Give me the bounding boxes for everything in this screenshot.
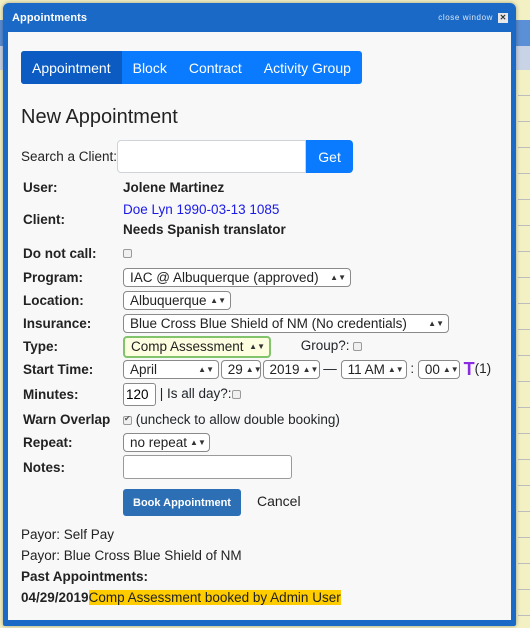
repeat-select[interactable]: no repeat ▲▼ xyxy=(123,433,210,452)
modal-title: Appointments xyxy=(12,11,88,24)
select-arrows-icon: ▲▼ xyxy=(302,364,319,374)
minutes-input[interactable] xyxy=(123,383,156,406)
cancel-button[interactable]: Cancel xyxy=(241,493,317,509)
all-day-checkbox[interactable] xyxy=(231,390,241,399)
time-colon: : xyxy=(410,361,415,377)
insurance-select[interactable]: Blue Cross Blue Shield of NM (No credent… xyxy=(123,314,449,333)
select-arrows-icon: ▲▼ xyxy=(210,295,226,305)
type-value: Comp Assessment xyxy=(131,339,244,354)
type-select[interactable]: Comp Assessment ▲▼ xyxy=(123,335,271,358)
insurance-label: Insurance: xyxy=(23,316,92,331)
modal-content: Appointment Block Contract Activity Grou… xyxy=(8,32,511,620)
close-window-label[interactable]: close window xyxy=(438,13,493,22)
close-x-icon[interactable]: ✕ xyxy=(498,12,508,23)
translator-count: (1) xyxy=(474,361,492,377)
start-month-select[interactable]: April ▲▼ xyxy=(123,360,219,379)
select-arrows-icon: ▲▼ xyxy=(249,341,265,351)
client-link[interactable]: Doe Lyn 1990-03-13 1085 xyxy=(123,200,491,220)
tab-activity-group[interactable]: Activity Group xyxy=(253,51,362,84)
background-calendar-lines xyxy=(518,70,530,628)
time-dash: — xyxy=(323,361,337,377)
past-appointment-item: 04/29/2019Comp Assessment booked by Admi… xyxy=(21,587,498,608)
translator-t-icon[interactable]: T xyxy=(464,359,475,379)
all-day-label: | Is all day?: xyxy=(159,386,232,402)
client-search-row: Search a Client: Get xyxy=(21,140,498,173)
location-value: Albuquerque xyxy=(130,293,207,308)
select-arrows-icon: ▲▼ xyxy=(330,272,346,282)
appointment-form: User: Jolene Martinez Client: Doe Lyn 19… xyxy=(23,175,491,516)
past-appointment-text[interactable]: Comp Assessment booked by Admin User xyxy=(88,590,341,605)
page-title: New Appointment xyxy=(21,106,178,128)
start-minute-select[interactable]: 00 ▲▼ xyxy=(417,360,460,379)
client-note: Needs Spanish translator xyxy=(123,222,286,237)
notes-input[interactable] xyxy=(123,455,292,479)
client-search-input[interactable] xyxy=(117,140,307,173)
past-appointment-date: 04/29/2019 xyxy=(21,590,89,605)
location-select[interactable]: Albuquerque ▲▼ xyxy=(123,291,231,310)
client-summary: Payor: Self Pay Payor: Blue Cross Blue S… xyxy=(21,524,498,608)
start-month-value: April xyxy=(130,362,158,377)
start-day-value: 29 xyxy=(227,362,243,377)
start-year-value: 2019 xyxy=(269,362,300,377)
program-value: IAC @ Albuquerque (approved) xyxy=(130,270,319,285)
select-arrows-icon: ▲▼ xyxy=(190,437,206,447)
group-label: Group?: xyxy=(300,338,350,354)
appointments-modal: Appointments close window ✕ Appointment … xyxy=(3,3,516,626)
start-minute-value: 00 xyxy=(424,362,440,377)
get-client-button[interactable]: Get xyxy=(306,140,354,173)
insurance-value: Blue Cross Blue Shield of NM (No credent… xyxy=(130,316,407,331)
repeat-label: Repeat: xyxy=(23,435,73,450)
do-not-call-label: Do not call: xyxy=(23,245,97,261)
select-arrows-icon: ▲▼ xyxy=(442,364,459,374)
tab-block[interactable]: Block xyxy=(122,51,178,84)
select-arrows-icon: ▲▼ xyxy=(428,318,444,328)
start-day-select[interactable]: 29 ▲▼ xyxy=(220,360,262,379)
select-arrows-icon: ▲▼ xyxy=(245,364,262,374)
payor-line: Payor: Blue Cross Blue Shield of NM xyxy=(21,548,242,563)
repeat-value: no repeat xyxy=(130,435,188,450)
warn-overlap-note: (uncheck to allow double booking) xyxy=(135,412,340,427)
modal-titlebar[interactable]: Appointments close window ✕ xyxy=(3,3,516,32)
user-label: User: xyxy=(23,179,58,195)
type-label: Type: xyxy=(23,339,59,354)
search-label: Search a Client: xyxy=(21,149,118,164)
program-select[interactable]: IAC @ Albuquerque (approved) ▲▼ xyxy=(123,268,351,287)
tab-appointment[interactable]: Appointment xyxy=(21,51,122,84)
warn-overlap-checkbox[interactable] xyxy=(123,414,132,425)
group-checkbox[interactable] xyxy=(353,342,363,351)
location-label: Location: xyxy=(23,293,84,308)
user-value: Jolene Martinez xyxy=(123,179,225,195)
select-arrows-icon: ▲▼ xyxy=(198,364,214,374)
program-label: Program: xyxy=(23,270,84,285)
tab-bar: Appointment Block Contract Activity Grou… xyxy=(21,51,362,84)
notes-label: Notes: xyxy=(23,459,66,475)
past-appointments-label: Past Appointments: xyxy=(21,569,149,584)
select-arrows-icon: ▲▼ xyxy=(387,364,404,374)
tab-contract[interactable]: Contract xyxy=(178,51,253,84)
close-window-button[interactable]: close window ✕ xyxy=(438,12,508,23)
start-time-label: Start Time: xyxy=(23,362,94,377)
minutes-label: Minutes: xyxy=(23,387,79,402)
client-label: Client: xyxy=(23,212,65,227)
warn-overlap-label: Warn Overlap xyxy=(23,412,111,427)
start-hour-value: 11 AM xyxy=(347,362,385,377)
book-appointment-button[interactable]: Book Appointment xyxy=(123,489,241,516)
payor-line: Payor: Self Pay xyxy=(21,527,115,542)
do-not-call-checkbox[interactable] xyxy=(123,249,132,259)
start-year-select[interactable]: 2019 ▲▼ xyxy=(262,360,320,379)
start-hour-select[interactable]: 11 AM ▲▼ xyxy=(340,360,407,379)
